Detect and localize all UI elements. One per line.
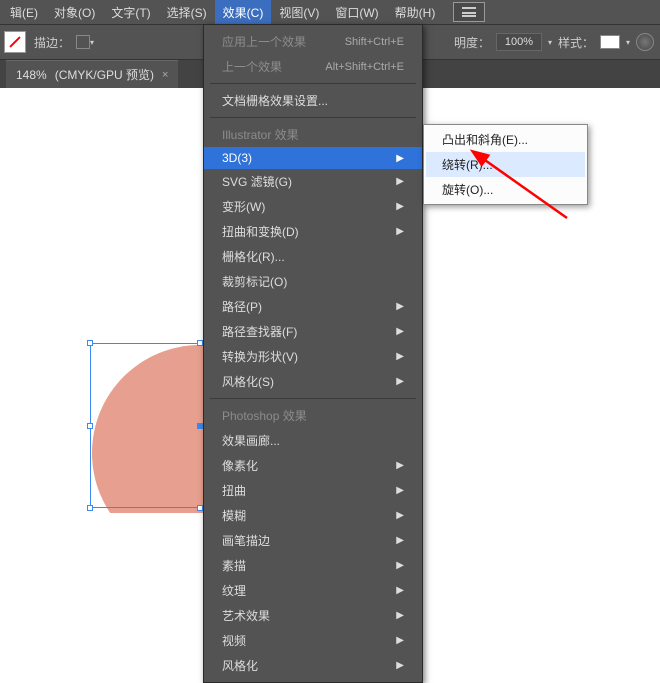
submenu-arrow-icon: ▶	[396, 176, 404, 187]
color-mode: (CMYK/GPU 预览)	[55, 66, 154, 83]
workspace-switcher-icon[interactable]	[453, 2, 485, 22]
submenu-arrow-icon: ▶	[396, 153, 404, 164]
menu-distort-ps[interactable]: 扭曲▶	[204, 478, 422, 503]
menu-warp[interactable]: 变形(W)▶	[204, 194, 422, 219]
stroke-label: 描边：	[34, 34, 70, 51]
resize-handle[interactable]	[197, 340, 203, 346]
menu-stylize-ps[interactable]: 风格化▶	[204, 653, 422, 678]
menu-svg-filters[interactable]: SVG 滤镜(G)▶	[204, 169, 422, 194]
menu-view[interactable]: 视图(V)	[271, 0, 327, 25]
submenu-arrow-icon: ▶	[396, 226, 404, 237]
submenu-arrow-icon: ▶	[396, 326, 404, 337]
resize-handle[interactable]	[197, 505, 203, 511]
submenu-arrow-icon: ▶	[396, 376, 404, 387]
submenu-arrow-icon: ▶	[396, 560, 404, 571]
menubar: 辑(E) 对象(O) 文字(T) 选择(S) 效果(C) 视图(V) 窗口(W)…	[0, 0, 660, 24]
close-tab-icon[interactable]: ×	[162, 69, 168, 81]
menu-rasterize[interactable]: 栅格化(R)...	[204, 244, 422, 269]
resize-handle[interactable]	[87, 423, 93, 429]
effect-menu-dropdown: 应用上一个效果Shift+Ctrl+E 上一个效果Alt+Shift+Ctrl+…	[203, 24, 423, 683]
menu-convert-to-shape[interactable]: 转换为形状(V)▶	[204, 344, 422, 369]
menu-artistic[interactable]: 艺术效果▶	[204, 603, 422, 628]
submenu-arrow-icon: ▶	[396, 635, 404, 646]
menu-separator	[210, 83, 416, 84]
submenu-arrow-icon: ▶	[396, 510, 404, 521]
fill-swatch-icon[interactable]	[4, 31, 26, 53]
chevron-down-icon[interactable]: ▾	[90, 38, 94, 47]
menu-window[interactable]: 窗口(W)	[327, 0, 386, 25]
submenu-extrude-bevel[interactable]: 凸出和斜角(E)...	[426, 127, 585, 152]
submenu-arrow-icon: ▶	[396, 201, 404, 212]
menu-type[interactable]: 文字(T)	[103, 0, 158, 25]
resize-handle[interactable]	[87, 505, 93, 511]
stroke-dropdown-icon[interactable]	[76, 35, 90, 49]
opacity-input[interactable]: 100%	[496, 33, 542, 51]
menu-sketch[interactable]: 素描▶	[204, 553, 422, 578]
menu-separator	[210, 117, 416, 118]
menu-edit[interactable]: 辑(E)	[2, 0, 46, 25]
document-tab[interactable]: 148% (CMYK/GPU 预览) ×	[6, 60, 178, 88]
submenu-revolve[interactable]: 绕转(R)...	[426, 152, 585, 177]
submenu-arrow-icon: ▶	[396, 660, 404, 671]
submenu-arrow-icon: ▶	[396, 610, 404, 621]
submenu-arrow-icon: ▶	[396, 351, 404, 362]
resize-handle[interactable]	[87, 340, 93, 346]
menu-separator	[210, 398, 416, 399]
menu-help[interactable]: 帮助(H)	[387, 0, 444, 25]
menu-pixelate[interactable]: 像素化▶	[204, 453, 422, 478]
menu-apply-last-effect: 应用上一个效果Shift+Ctrl+E	[204, 29, 422, 54]
submenu-arrow-icon: ▶	[396, 301, 404, 312]
style-label: 样式：	[558, 34, 594, 51]
menu-effect[interactable]: 效果(C)	[215, 0, 272, 25]
menu-crop-marks[interactable]: 裁剪标记(O)	[204, 269, 422, 294]
menu-object[interactable]: 对象(O)	[46, 0, 103, 25]
more-options-icon[interactable]	[636, 33, 654, 51]
menu-stylize-ai[interactable]: 风格化(S)▶	[204, 369, 422, 394]
menu-blur[interactable]: 模糊▶	[204, 503, 422, 528]
menu-texture[interactable]: 纹理▶	[204, 578, 422, 603]
submenu-rotate[interactable]: 旋转(O)...	[426, 177, 585, 202]
menu-path[interactable]: 路径(P)▶	[204, 294, 422, 319]
menu-doc-raster-settings[interactable]: 文档栅格效果设置...	[204, 88, 422, 113]
submenu-arrow-icon: ▶	[396, 585, 404, 596]
menu-section-photoshop: Photoshop 效果	[204, 403, 422, 428]
chevron-down-icon[interactable]: ▾	[548, 38, 552, 47]
menu-brush-strokes[interactable]: 画笔描边▶	[204, 528, 422, 553]
menu-pathfinder[interactable]: 路径查找器(F)▶	[204, 319, 422, 344]
menu-video[interactable]: 视频▶	[204, 628, 422, 653]
opacity-label: 明度：	[454, 34, 490, 51]
style-swatch[interactable]	[600, 35, 620, 49]
app-window: 辑(E) 对象(O) 文字(T) 选择(S) 效果(C) 视图(V) 窗口(W)…	[0, 0, 660, 533]
submenu-arrow-icon: ▶	[396, 460, 404, 471]
submenu-arrow-icon: ▶	[396, 535, 404, 546]
center-point-icon	[197, 423, 203, 429]
menu-last-effect: 上一个效果Alt+Shift+Ctrl+E	[204, 54, 422, 79]
menu-select[interactable]: 选择(S)	[159, 0, 215, 25]
menu-section-illustrator: Illustrator 效果	[204, 122, 422, 147]
zoom-level: 148%	[16, 68, 47, 82]
menu-distort-transform[interactable]: 扭曲和变换(D)▶	[204, 219, 422, 244]
submenu-arrow-icon: ▶	[396, 485, 404, 496]
submenu-3d: 凸出和斜角(E)... 绕转(R)... 旋转(O)...	[423, 124, 588, 205]
chevron-down-icon[interactable]: ▾	[626, 38, 630, 47]
menu-3d[interactable]: 3D(3)▶	[204, 147, 422, 169]
menu-effect-gallery[interactable]: 效果画廊...	[204, 428, 422, 453]
